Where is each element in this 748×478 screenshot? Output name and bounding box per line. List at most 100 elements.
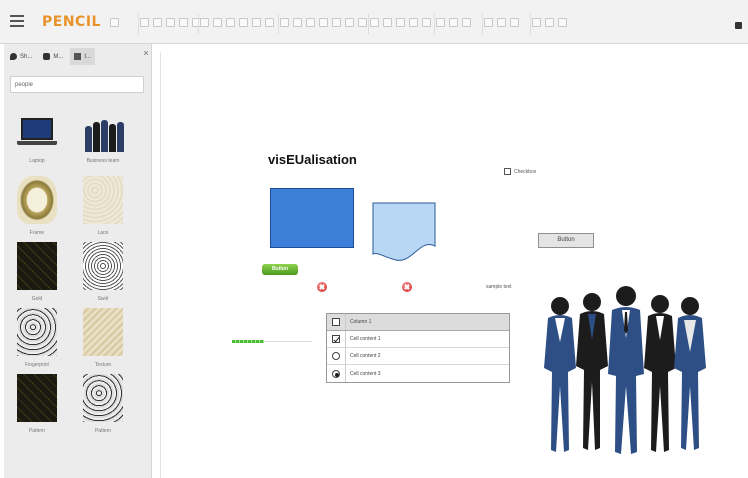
checkbox-label: Checkbox — [514, 168, 537, 175]
tab-label: Sh... — [20, 53, 33, 60]
thumbnail-caption: Gold — [31, 296, 43, 302]
laptop-screen — [21, 118, 53, 140]
image-thumbnail[interactable]: Laptop — [14, 110, 60, 164]
toolbar-tool-icon[interactable] — [332, 18, 341, 27]
image-thumbnail[interactable]: Frame — [14, 176, 60, 236]
thumbnail-image — [17, 176, 57, 224]
grey-button-widget[interactable]: Button — [538, 233, 594, 248]
toolbar-tool-icon[interactable] — [396, 18, 405, 27]
panel-tabs: Sh... M... I... × — [4, 48, 152, 66]
row-control[interactable] — [327, 369, 345, 378]
toolbar-tool-icon[interactable] — [532, 18, 541, 27]
toolbar-tool-icon[interactable] — [545, 18, 554, 27]
figure-silhouette — [93, 122, 100, 152]
toolbar-tool-icon[interactable] — [462, 18, 471, 27]
toolbar-tool-icon[interactable] — [484, 18, 493, 27]
toolbar-tool-icon[interactable] — [436, 18, 445, 27]
data-table[interactable]: Column 1 Cell content 1 Cell content 2 Cel… — [326, 313, 510, 383]
toolbar-tool-icon[interactable] — [319, 18, 328, 27]
toolbar-tool-icon[interactable] — [409, 18, 418, 27]
toolbar-tool-icon[interactable] — [449, 18, 458, 27]
thumbnail-image — [17, 308, 57, 356]
wavy-document-shape[interactable] — [372, 202, 436, 262]
row-control[interactable] — [327, 335, 345, 343]
row-radio-button[interactable] — [332, 352, 340, 360]
toolbar-tool-icon[interactable] — [306, 18, 315, 27]
toolbar-tool-icon[interactable] — [110, 18, 119, 27]
header-control[interactable] — [327, 318, 345, 326]
table-header-row: Column 1 — [327, 314, 509, 331]
tab-shapes[interactable]: Sh... — [6, 48, 36, 65]
toolbar-tool-icon[interactable] — [213, 18, 222, 27]
sample-text-label[interactable]: sample text — [486, 284, 512, 290]
toolbar-tool-icon[interactable] — [422, 18, 431, 27]
image-thumbnail[interactable]: Lace — [80, 176, 126, 236]
toolbar-group — [280, 6, 370, 38]
search-input[interactable] — [10, 76, 144, 93]
table-row[interactable]: Cell content 3 — [327, 365, 509, 382]
tab-images[interactable]: I... — [70, 48, 96, 65]
toolbar-tool-icon[interactable] — [153, 18, 162, 27]
pin-icon — [10, 53, 17, 60]
row-radio-button[interactable] — [332, 369, 340, 378]
tab-my-collections[interactable]: M... — [39, 48, 67, 65]
image-thumbnail[interactable]: Pattern — [14, 374, 60, 434]
table-row[interactable]: Cell content 1 — [327, 331, 509, 348]
lock-icon[interactable] — [735, 22, 742, 29]
image-thumbnail[interactable]: Gold — [14, 242, 60, 302]
error-icon[interactable] — [317, 282, 327, 292]
toolbar-tool-icon[interactable] — [383, 18, 392, 27]
checkbox-widget[interactable]: Checkbox — [504, 168, 536, 175]
toolbar-icons — [484, 18, 519, 27]
row-checkbox[interactable] — [332, 335, 340, 343]
toolbar-tool-icon[interactable] — [226, 18, 235, 27]
top-toolbar: PENCIL — [0, 0, 748, 44]
toolbar-tool-icon[interactable] — [179, 18, 188, 27]
toolbar-tool-icon[interactable] — [370, 18, 379, 27]
table-row[interactable]: Cell content 2 — [327, 348, 509, 365]
camera-icon — [43, 53, 51, 60]
toolbar-separator — [138, 14, 139, 34]
blue-rectangle-shape[interactable] — [270, 188, 354, 248]
business-team-illustration[interactable] — [538, 282, 708, 462]
toolbar-group — [200, 6, 280, 38]
progress-slider[interactable] — [232, 340, 312, 344]
thumbnail-image — [83, 374, 123, 422]
toolbar-tool-icon[interactable] — [345, 18, 354, 27]
toolbar-tool-icon[interactable] — [239, 18, 248, 27]
image-thumbnail[interactable]: Texture — [80, 308, 126, 368]
figure-silhouette — [109, 124, 116, 152]
toolbar-tool-icon[interactable] — [558, 18, 567, 27]
thumbnail-caption: Swirl — [97, 296, 109, 302]
header-checkbox[interactable] — [332, 318, 340, 326]
toolbar-tool-icon[interactable] — [293, 18, 302, 27]
green-button-widget[interactable]: Button — [262, 264, 298, 275]
row-control[interactable] — [327, 352, 345, 360]
toolbar-tool-icon[interactable] — [252, 18, 261, 27]
toolbar-icons — [370, 18, 431, 27]
image-thumbnail[interactable]: Business team — [80, 110, 126, 164]
image-icon — [74, 53, 82, 60]
thumbnail-image — [17, 374, 57, 422]
toolbar-separator — [368, 14, 369, 34]
thumbnail-caption: Lace — [97, 230, 109, 236]
thumbnail-image — [83, 176, 123, 224]
close-panel-icon[interactable]: × — [140, 48, 152, 66]
toolbar-tool-icon[interactable] — [166, 18, 175, 27]
toolbar-tool-icon[interactable] — [140, 18, 149, 27]
checkbox-square[interactable] — [504, 168, 511, 175]
table-header-cell: Column 1 — [345, 314, 509, 330]
toolbar-tool-icon[interactable] — [200, 18, 209, 27]
image-thumbnail[interactable]: Swirl — [80, 242, 126, 302]
toolbar-tool-icon[interactable] — [510, 18, 519, 27]
toolbar-tool-icon[interactable] — [358, 18, 367, 27]
figure-silhouette — [117, 122, 124, 152]
image-thumbnail[interactable]: Fingerprint — [14, 308, 60, 368]
hamburger-menu-icon[interactable] — [10, 15, 24, 27]
toolbar-tool-icon[interactable] — [265, 18, 274, 27]
toolbar-tool-icon[interactable] — [497, 18, 506, 27]
error-icon[interactable] — [402, 282, 412, 292]
toolbar-tool-icon[interactable] — [280, 18, 289, 27]
image-thumbnail[interactable]: Pattern — [80, 374, 126, 434]
page-title[interactable]: visEUalisation — [268, 152, 357, 167]
